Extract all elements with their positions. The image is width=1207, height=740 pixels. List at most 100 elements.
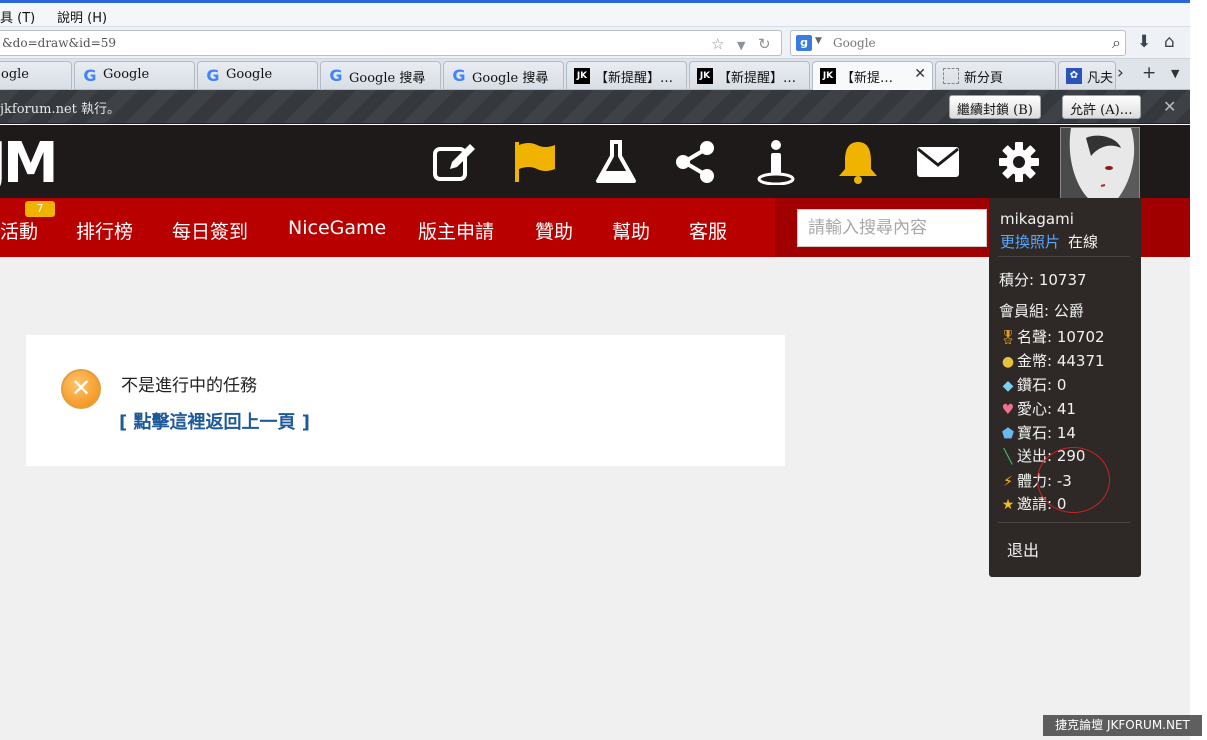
online-status: 在線 [1068, 233, 1099, 251]
activity-count-badge: 7 [25, 201, 55, 217]
google-g-icon: G [206, 66, 220, 85]
google-g-icon: G [329, 66, 343, 85]
reload-icon[interactable]: ↻ [758, 35, 771, 53]
stat-label: 金幣: 44371 [1017, 352, 1105, 370]
tab-list-dropdown-icon[interactable]: ▼ [1171, 67, 1179, 80]
tab[interactable]: ogle [0, 61, 72, 89]
stat-label: 名聲: 10702 [1017, 328, 1105, 346]
notification-bar: jkforum.net 執行。 繼續封鎖 (B) 允許 (A)… ✕ [0, 90, 1190, 124]
navigation-toolbar: &do=draw&id=59 ☆ ▼ ↻ g ▼ Google ⌕ ⬇ ⌂ [0, 27, 1190, 59]
new-tab-plus-icon[interactable]: + [1142, 63, 1156, 83]
gear-icon[interactable] [995, 139, 1043, 185]
tab[interactable]: G Google [197, 61, 318, 89]
lightning-icon: ⚡ [1003, 474, 1013, 490]
site-logo[interactable]: JM [0, 131, 59, 196]
stat-row: ♥ 愛心: 41 [999, 398, 1076, 419]
tab-label: 【新提醒】… [718, 71, 797, 86]
tab[interactable]: ✿ 凡夫 [1058, 61, 1116, 89]
notification-text: jkforum.net 執行。 [0, 102, 121, 117]
tab[interactable]: 新分頁 [935, 61, 1056, 89]
nav-item-moderator-apply[interactable]: 版主申請 [418, 217, 494, 244]
tab-label: Google 搜尋 [472, 71, 549, 86]
tab[interactable]: G Google 搜尋 [443, 61, 564, 89]
nav-item-nicegame[interactable]: NiceGame [288, 217, 386, 239]
avatar[interactable] [1060, 127, 1140, 200]
points-stat: 積分: 10737 [999, 271, 1087, 289]
paw-favicon-icon: ✿ [1066, 68, 1082, 84]
stat-row: ◆ 鑽石: 0 [999, 374, 1067, 395]
site-search-input[interactable] [798, 210, 986, 246]
share-icon[interactable] [672, 139, 720, 185]
google-g-icon: G [83, 66, 97, 85]
tab[interactable]: JK 【新提醒】… [689, 61, 810, 89]
change-photo-link[interactable]: 更換照片 [1000, 231, 1060, 252]
stat-row: ● 金幣: 44371 [999, 350, 1105, 371]
tab[interactable]: JK 【新提醒】… [566, 61, 687, 89]
url-dropdown-icon[interactable]: ▼ [737, 39, 745, 52]
mail-icon[interactable] [914, 139, 962, 185]
home-icon[interactable]: ⌂ [1164, 32, 1175, 52]
divider [998, 256, 1130, 257]
tab-scroll-right-icon[interactable]: › [1117, 63, 1124, 83]
nav-item-ranking[interactable]: 排行榜 [76, 217, 133, 244]
url-bar[interactable]: &do=draw&id=59 ☆ ▼ ↻ [0, 30, 782, 56]
download-icon[interactable]: ⬇ [1137, 32, 1151, 52]
edit-icon[interactable] [430, 139, 478, 185]
jkforum-favicon-icon: JK [574, 68, 590, 84]
stat-label: 愛心: 41 [1017, 400, 1076, 418]
tab-label: Google [226, 67, 273, 82]
jkforum-favicon-icon: JK [820, 68, 836, 84]
logout-link[interactable]: 退出 [1007, 537, 1039, 561]
url-text[interactable]: &do=draw&id=59 [2, 36, 116, 50]
star-icon: ★ [1001, 497, 1015, 513]
tab-label: 【新提… [841, 71, 894, 86]
error-x-icon: ✕ [61, 369, 101, 409]
stat-row: ⬟ 寶石: 14 [999, 422, 1076, 443]
allow-button[interactable]: 允許 (A)… [1062, 95, 1141, 119]
close-tab-icon[interactable]: ✕ [914, 66, 926, 82]
tab[interactable]: G Google [74, 61, 195, 89]
site-search-box[interactable] [797, 209, 987, 247]
browser-search-placeholder[interactable]: Google [833, 36, 876, 50]
bookmark-star-icon[interactable]: ☆ [711, 35, 724, 53]
google-g-icon: G [452, 66, 466, 85]
magnifier-icon[interactable]: ⌕ [1112, 33, 1121, 53]
tab-label: 凡夫 [1087, 71, 1114, 86]
back-link[interactable]: [ 點擊這裡返回上一頁 ] [119, 408, 310, 434]
close-icon[interactable]: ✕ [1163, 97, 1176, 116]
tab-bar: ogle G Google G Google G Google 搜尋 G Goo… [0, 59, 1190, 91]
tab-label: Google [103, 67, 150, 82]
nav-item-daily-checkin[interactable]: 每日簽到 [172, 217, 248, 244]
error-message: 不是進行中的任務 [121, 376, 257, 396]
tab-label: 新分頁 [964, 71, 1004, 86]
stat-label: 鑽石: 0 [1017, 376, 1067, 394]
continue-blocking-button[interactable]: 繼續封鎖 (B) [949, 95, 1041, 119]
flask-icon[interactable] [592, 139, 640, 185]
group-stat: 會員組: 公爵 [999, 302, 1084, 320]
google-g-icon[interactable]: g [796, 35, 812, 51]
search-engine-dropdown-icon[interactable]: ▼ [815, 36, 822, 46]
nav-item-help[interactable]: 幫助 [612, 217, 650, 244]
flag-icon[interactable] [511, 139, 559, 185]
info-icon[interactable] [752, 139, 800, 185]
nav-item-activity[interactable]: 活動 [0, 217, 38, 244]
tab-label: 【新提醒】… [595, 71, 674, 86]
avatar-portrait-icon [1061, 128, 1139, 199]
page-right-edge [1190, 0, 1207, 740]
tab-active[interactable]: JK 【新提… ✕ [812, 61, 933, 91]
menu-tools[interactable]: 具 (T) [0, 7, 35, 26]
nav-item-support[interactable]: 客服 [689, 217, 727, 244]
stat-row: 🎖名聲: 10702 [999, 326, 1105, 347]
tab-label: ogle [1, 67, 29, 82]
watermark: 捷克論壇 JKFORUM.NET [1043, 715, 1202, 736]
menu-help[interactable]: 說明 (H) [57, 7, 107, 26]
gem-icon: ⬟ [1001, 426, 1015, 442]
username[interactable]: mikagami [1000, 210, 1074, 228]
tab[interactable]: G Google 搜尋 [320, 61, 441, 89]
tab-label: Google 搜尋 [349, 71, 426, 86]
jkforum-favicon-icon: JK [697, 68, 713, 84]
browser-search-bar[interactable]: g ▼ Google ⌕ [790, 30, 1126, 56]
bell-icon[interactable] [834, 139, 882, 185]
divider [998, 522, 1130, 523]
nav-item-sponsor[interactable]: 贊助 [535, 217, 573, 244]
